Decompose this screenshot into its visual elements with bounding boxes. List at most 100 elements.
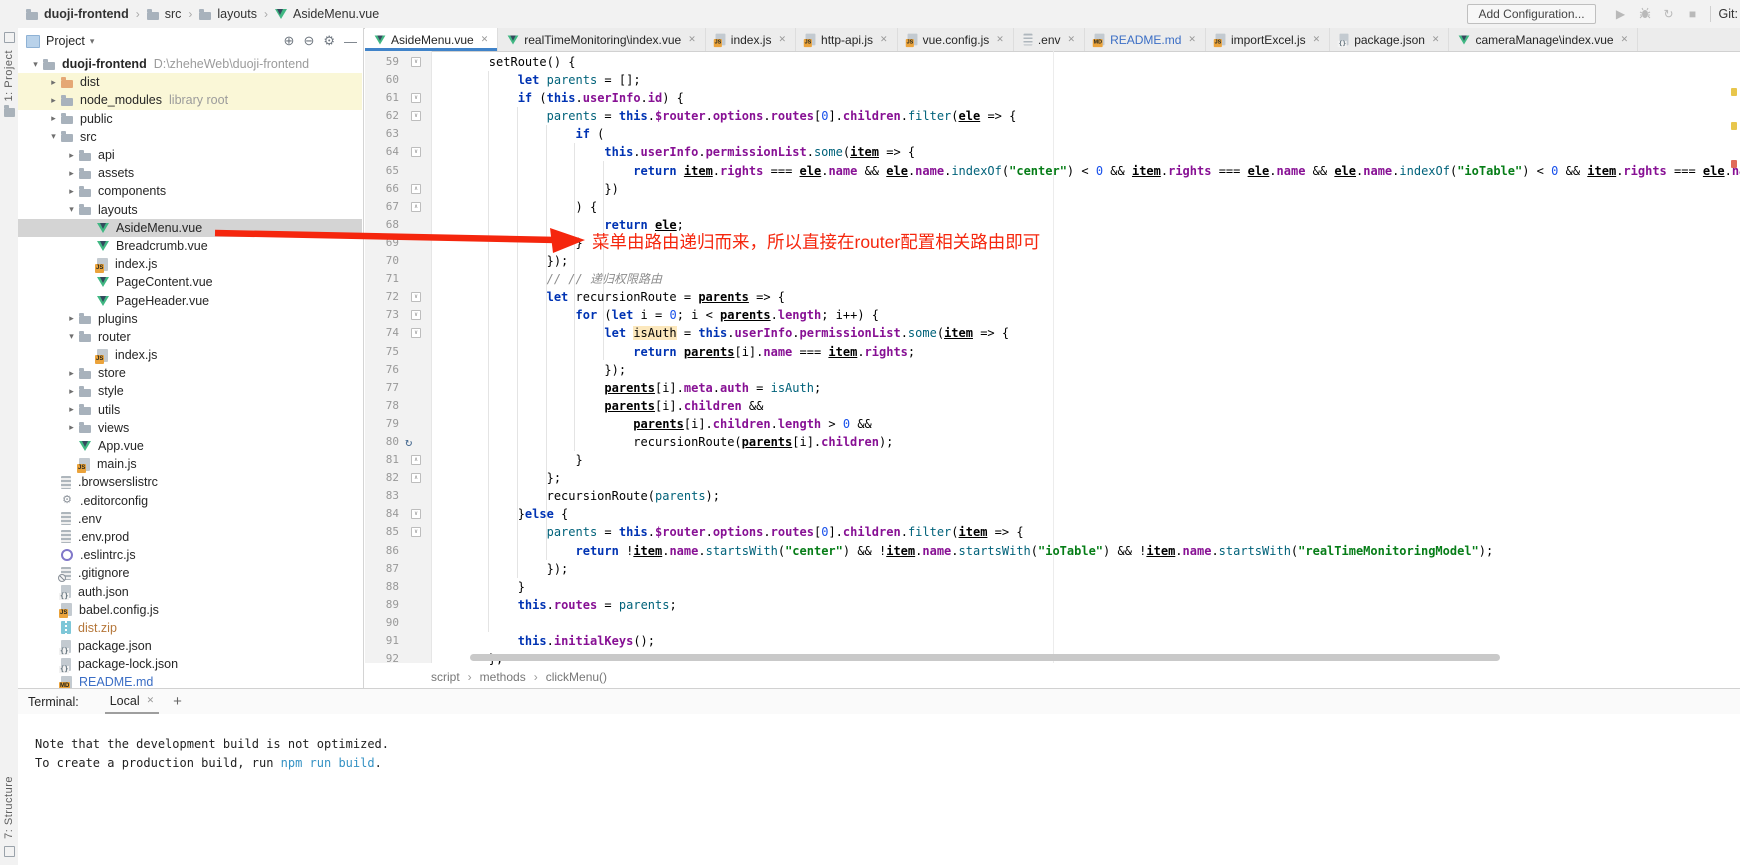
tree-item-package.json[interactable]: package.json <box>18 637 362 655</box>
chevron-right-icon[interactable]: ▸ <box>64 313 79 324</box>
code-line-68[interactable]: 68 return ele; <box>365 216 1740 234</box>
chevron-down-icon[interactable]: ▾ <box>28 59 43 70</box>
fold-marker[interactable]: ∨ <box>411 328 421 338</box>
tree-item-views[interactable]: ▸views <box>18 419 362 437</box>
close-icon[interactable]: ✕ <box>778 34 786 45</box>
code-line-79[interactable]: 79 parents[i].children.length > 0 && <box>365 415 1740 433</box>
line-number[interactable]: 83 <box>365 487 399 505</box>
line-number[interactable]: 60 <box>365 71 399 89</box>
stop-icon[interactable]: ■ <box>1682 7 1704 21</box>
line-number[interactable]: 77 <box>365 379 399 397</box>
collapse-all-icon[interactable]: ⊖ <box>303 33 314 49</box>
line-number[interactable]: 84 <box>365 505 399 523</box>
code-line-71[interactable]: 71 // // 递归权限路由 <box>365 270 1740 288</box>
code-line-74[interactable]: 74∨ let isAuth = this.userInfo.permissio… <box>365 324 1740 342</box>
fold-marker[interactable]: ∧ <box>411 455 421 465</box>
close-icon[interactable]: ✕ <box>1313 34 1321 45</box>
code-line-89[interactable]: 89 this.routes = parents; <box>365 596 1740 614</box>
tree-item-public[interactable]: ▸public <box>18 110 362 128</box>
tree-item-Breadcrumb.vue[interactable]: Breadcrumb.vue <box>18 237 362 255</box>
chevron-down-icon[interactable]: ▾ <box>90 36 95 47</box>
fold-marker[interactable]: ∨ <box>411 292 421 302</box>
editor-breadcrumb-item-clickMenu()[interactable]: clickMenu() <box>546 670 607 684</box>
code-line-69[interactable]: 69 } <box>365 234 1740 252</box>
line-number[interactable]: 72 <box>365 288 399 306</box>
line-number[interactable]: 71 <box>365 270 399 288</box>
tree-item-src[interactable]: ▾src <box>18 128 362 146</box>
tree-item-plugins[interactable]: ▸plugins <box>18 310 362 328</box>
chevron-down-icon[interactable]: ▾ <box>64 204 79 215</box>
locate-icon[interactable]: ⊕ <box>284 33 295 49</box>
code-line-76[interactable]: 76 }); <box>365 361 1740 379</box>
stripe-project-label[interactable]: 1: Project <box>3 50 15 101</box>
tree-item-.gitignore[interactable]: .gitignore <box>18 564 362 582</box>
breadcrumb-item-layouts[interactable]: layouts <box>199 7 257 21</box>
git-label[interactable]: Git: <box>1719 7 1738 21</box>
tree-item-main.js[interactable]: main.js <box>18 455 362 473</box>
line-number[interactable]: 82 <box>365 469 399 487</box>
breadcrumb-item-AsideMenu.vue[interactable]: AsideMenu.vue <box>275 7 379 21</box>
chevron-down-icon[interactable]: ▾ <box>46 131 61 142</box>
line-number[interactable]: 70 <box>365 252 399 270</box>
breadcrumb-item-duoji-frontend[interactable]: duoji-frontend <box>26 7 129 21</box>
fold-marker[interactable]: ∧ <box>411 184 421 194</box>
editor-tab-package.json[interactable]: package.json✕ <box>1330 28 1449 51</box>
tree-item-assets[interactable]: ▸assets <box>18 164 362 182</box>
tree-item-App.vue[interactable]: App.vue <box>18 437 362 455</box>
line-number[interactable]: 69 <box>365 234 399 252</box>
line-number[interactable]: 91 <box>365 632 399 650</box>
tree-item-router[interactable]: ▾router <box>18 328 362 346</box>
code-line-70[interactable]: 70 }); <box>365 252 1740 270</box>
warning-stripe-mark[interactable] <box>1731 88 1737 96</box>
chevron-right-icon[interactable]: ▸ <box>46 113 61 124</box>
fold-marker[interactable]: ∨ <box>411 509 421 519</box>
line-number[interactable]: 76 <box>365 361 399 379</box>
line-number[interactable]: 65 <box>365 162 399 180</box>
editor-tab-cameraManage\index.vue[interactable]: cameraManage\index.vue✕ <box>1449 28 1638 51</box>
line-number[interactable]: 64 <box>365 143 399 161</box>
tree-item-.editorconfig[interactable]: ⚙.editorconfig <box>18 492 362 510</box>
project-panel-title[interactable]: Project <box>46 34 85 48</box>
close-icon[interactable]: ✕ <box>688 34 696 45</box>
line-number[interactable]: 87 <box>365 560 399 578</box>
debug-icon[interactable] <box>1634 7 1656 22</box>
tree-item-api[interactable]: ▸api <box>18 146 362 164</box>
editor-tab-index.js[interactable]: index.js✕ <box>706 28 796 51</box>
code-line-82[interactable]: 82∧ }; <box>365 469 1740 487</box>
close-icon[interactable]: ✕ <box>1432 34 1440 45</box>
code-line-72[interactable]: 72∨ let recursionRoute = parents => { <box>365 288 1740 306</box>
line-number[interactable]: 88 <box>365 578 399 596</box>
line-number[interactable]: 66 <box>365 180 399 198</box>
code-line-91[interactable]: 91 this.initialKeys(); <box>365 632 1740 650</box>
line-number[interactable]: 86 <box>365 542 399 560</box>
fold-marker[interactable]: ∨ <box>411 310 421 320</box>
close-icon[interactable]: ✕ <box>996 34 1004 45</box>
tree-item-layouts[interactable]: ▾layouts <box>18 201 362 219</box>
line-number[interactable]: 85 <box>365 523 399 541</box>
code-line-67[interactable]: 67∧ ) { <box>365 198 1740 216</box>
close-icon[interactable]: ✕ <box>1188 34 1196 45</box>
tree-item-PageHeader.vue[interactable]: PageHeader.vue <box>18 291 362 309</box>
code-line-73[interactable]: 73∨ for (let i = 0; i < parents.length; … <box>365 306 1740 324</box>
code-line-63[interactable]: 63 if ( <box>365 125 1740 143</box>
hide-panel-icon[interactable]: — <box>344 34 357 49</box>
code-line-65[interactable]: 65 return item.rights === ele.name && el… <box>365 162 1740 180</box>
code-line-83[interactable]: 83 recursionRoute(parents); <box>365 487 1740 505</box>
close-icon[interactable]: ✕ <box>1621 34 1629 45</box>
fold-marker[interactable]: ∨ <box>411 57 421 67</box>
code-line-59[interactable]: 59∨ setRoute() { <box>365 53 1740 71</box>
horizontal-scrollbar[interactable] <box>470 654 1500 661</box>
editor-tab-realTimeMonitoring\index.vue[interactable]: realTimeMonitoring\index.vue✕ <box>498 28 706 51</box>
new-terminal-icon[interactable]: + <box>173 693 182 710</box>
line-number[interactable]: 81 <box>365 451 399 469</box>
line-number[interactable]: 59 <box>365 53 399 71</box>
fold-marker[interactable]: ∨ <box>411 527 421 537</box>
editor-tab-http-api.js[interactable]: http-api.js✕ <box>796 28 898 51</box>
chevron-right-icon[interactable]: ▸ <box>64 404 79 415</box>
tree-item-utils[interactable]: ▸utils <box>18 401 362 419</box>
add-configuration-button[interactable]: Add Configuration... <box>1467 4 1595 24</box>
code-line-60[interactable]: 60 let parents = []; <box>365 71 1740 89</box>
code-line-75[interactable]: 75 return parents[i].name === item.right… <box>365 343 1740 361</box>
chevron-down-icon[interactable]: ▾ <box>64 331 79 342</box>
code-line-80[interactable]: 80↻ recursionRoute(parents[i].children); <box>365 433 1740 451</box>
